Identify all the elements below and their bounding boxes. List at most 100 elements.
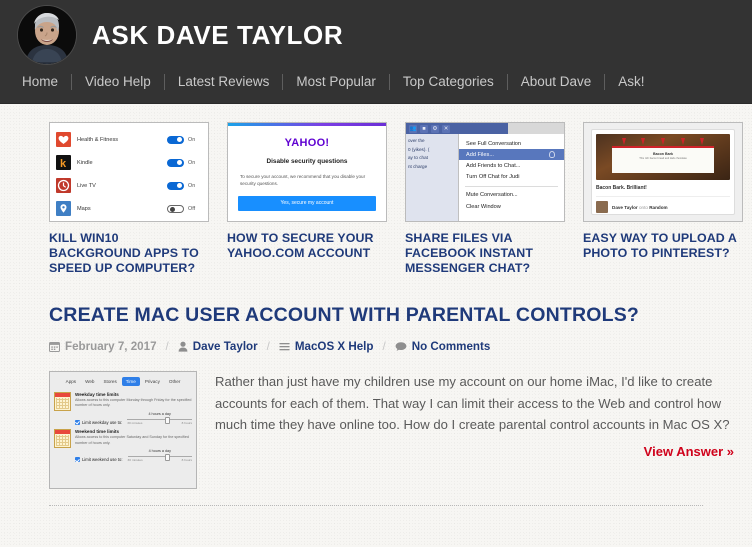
menu-item-add-files[interactable]: Add Files... xyxy=(459,149,564,161)
toggle-state: On xyxy=(188,136,196,143)
meta-separator: / xyxy=(165,340,169,354)
pin-user-avatar xyxy=(596,201,608,213)
weekday-slider[interactable]: 4 hours a day 30 minutes 8 hours xyxy=(127,412,192,425)
toggle-switch[interactable] xyxy=(167,181,184,190)
weekday-time-limits-section: Weekday time limits Allows access to thi… xyxy=(54,391,192,425)
meta-category-text: MacOS X Help xyxy=(294,340,374,354)
people-icon[interactable]: 👥 xyxy=(409,124,417,133)
tab-time[interactable]: Time xyxy=(121,377,140,386)
article-body-row: Apps Web Stores Time Privacy Other Weekd… xyxy=(49,371,752,490)
toggle-switch[interactable] xyxy=(167,135,184,144)
yahoo-logo: YAHOO! xyxy=(284,137,330,149)
limit-weekday-checkbox[interactable]: Limit weekday use to: xyxy=(75,419,123,425)
toggle-switch[interactable] xyxy=(167,158,184,167)
featured-cards-row: Health & Fitness On k Kindle On Live TV … xyxy=(0,104,752,276)
card-upload-photo-pinterest[interactable]: Bacon Bark This rich bacon bread and dar… xyxy=(583,122,743,276)
main-nav: Home Video Help Latest Reviews Most Popu… xyxy=(0,62,752,102)
toggle-state: On xyxy=(188,182,196,189)
menu-item-mute-conversation[interactable]: Mute Conversation... xyxy=(459,190,564,201)
card-kill-win10-background-apps[interactable]: Health & Fitness On k Kindle On Live TV … xyxy=(49,122,209,276)
calendar-weekend-icon xyxy=(54,428,71,448)
tab-privacy[interactable]: Privacy xyxy=(141,377,164,385)
win10-app-name: Live TV xyxy=(77,182,96,189)
meta-date: February 7, 2017 xyxy=(49,340,157,353)
nav-item-ask[interactable]: Ask! xyxy=(605,74,657,90)
weekend-slider[interactable]: 4 hours a day 30 minutes 8 hours xyxy=(127,449,192,462)
chat-line: ay to chat xyxy=(408,155,428,161)
card-thumbnail-win10[interactable]: Health & Fitness On k Kindle On Live TV … xyxy=(49,122,209,222)
card-thumbnail-facebook[interactable]: 👥 ■ ⚙ ✕ over the 0 (yikes). ( ay to chat… xyxy=(405,122,565,222)
card-thumbnail-pinterest[interactable]: Bacon Bark This rich bacon bread and dar… xyxy=(583,122,743,222)
card-title[interactable]: SHARE FILES VIA FACEBOOK INSTANT MESSENG… xyxy=(405,231,565,276)
kindle-icon: k xyxy=(56,155,71,170)
yahoo-dialog-heading: Disable security questions xyxy=(266,158,348,165)
maps-icon xyxy=(56,201,71,216)
slider-track[interactable] xyxy=(127,454,192,461)
win10-app-name: Kindle xyxy=(77,159,93,166)
nav-item-about-dave[interactable]: About Dave xyxy=(508,74,605,90)
win10-app-row: k Kindle On xyxy=(56,151,202,174)
nav-item-most-popular[interactable]: Most Popular xyxy=(283,74,389,90)
user-icon xyxy=(178,341,188,352)
close-icon[interactable]: ✕ xyxy=(442,124,450,133)
nav-item-latest-reviews[interactable]: Latest Reviews xyxy=(165,74,283,90)
slider-track[interactable] xyxy=(127,416,192,424)
gear-icon[interactable]: ⚙ xyxy=(431,124,439,133)
view-answer-link[interactable]: View Answer » xyxy=(215,444,734,459)
calendar-weekday-icon xyxy=(54,391,71,411)
slider-value: 4 hours a day xyxy=(148,411,171,416)
dave-taylor-avatar[interactable] xyxy=(18,6,76,64)
brand-row: ASK DAVE TAYLOR xyxy=(0,0,752,64)
footer-divider xyxy=(49,505,703,507)
limit-weekend-checkbox[interactable]: Limit weekend use to: xyxy=(75,457,123,462)
pin-user-row: Dave Taylor onto Random xyxy=(596,196,730,213)
meta-author[interactable]: Dave Taylor xyxy=(178,340,258,353)
nav-item-top-categories[interactable]: Top Categories xyxy=(390,74,507,90)
pin-onto-label: onto xyxy=(638,204,648,210)
nav-item-video-help[interactable]: Video Help xyxy=(72,74,164,90)
svg-text:k: k xyxy=(60,158,67,170)
article-thumbnail-parental-controls[interactable]: Apps Web Stores Time Privacy Other Weekd… xyxy=(49,371,197,490)
win10-app-row: Live TV On xyxy=(56,174,202,197)
meta-date-text: February 7, 2017 xyxy=(65,340,157,354)
yahoo-confirm-button[interactable]: Yes, secure my account xyxy=(238,196,376,212)
card-thumbnail-yahoo[interactable]: YAHOO! Disable security questions To sec… xyxy=(227,122,387,222)
toggle-switch[interactable] xyxy=(167,204,184,213)
window-icon[interactable]: ■ xyxy=(420,124,428,133)
pin-caption: Bacon Bark. Brilliant! xyxy=(596,185,647,191)
calendar-icon xyxy=(49,342,60,353)
facebook-secondary-pane xyxy=(508,123,564,134)
checkbox-label: Limit weekend use to: xyxy=(82,457,123,462)
win10-app-row: Maps Off xyxy=(56,197,202,220)
card-title[interactable]: EASY WAY TO UPLOAD A PHOTO TO PINTEREST? xyxy=(583,231,743,261)
meta-comments[interactable]: No Comments xyxy=(395,340,490,353)
tab-other[interactable]: Other xyxy=(165,377,185,385)
meta-category[interactable]: MacOS X Help xyxy=(279,340,374,354)
pin-label-text: This rich bacon bread and dark chocolate xyxy=(639,157,687,160)
win10-app-name: Maps xyxy=(77,205,91,212)
card-share-files-facebook[interactable]: 👥 ■ ⚙ ✕ over the 0 (yikes). ( ay to chat… xyxy=(405,122,565,276)
chat-line: 0 (yikes). ( xyxy=(408,146,430,152)
article-meta: February 7, 2017 / Dave Taylor / MacOS X… xyxy=(49,340,752,353)
section-description: Allows access to this computer Saturday … xyxy=(75,435,189,445)
tab-stores[interactable]: Stores xyxy=(99,377,120,385)
menu-item-see-full-conversation[interactable]: See Full Conversation xyxy=(459,138,564,149)
checkbox-box xyxy=(75,419,80,425)
tab-web[interactable]: Web xyxy=(81,377,98,385)
card-title[interactable]: HOW TO SECURE YOUR YAHOO.COM ACCOUNT xyxy=(227,231,387,261)
menu-item-clear-window[interactable]: Clear Window xyxy=(459,201,564,212)
card-title[interactable]: KILL WIN10 BACKGROUND APPS TO SPEED UP C… xyxy=(49,231,209,276)
menu-item-turn-off-chat[interactable]: Turn Off Chat for Judi xyxy=(459,172,564,183)
card-secure-yahoo-account[interactable]: YAHOO! Disable security questions To sec… xyxy=(227,122,387,276)
tab-apps[interactable]: Apps xyxy=(62,377,80,385)
chat-line: over the xyxy=(408,138,425,143)
article-title[interactable]: CREATE MAC USER ACCOUNT WITH PARENTAL CO… xyxy=(49,304,752,327)
checkbox-label: Limit weekday use to: xyxy=(82,419,123,425)
slider-max-label: 8 hours xyxy=(181,458,192,462)
pin-image-label: Bacon Bark This rich bacon bread and dar… xyxy=(612,146,714,173)
meta-separator: / xyxy=(266,340,270,354)
nav-item-home[interactable]: Home xyxy=(22,74,71,90)
pinterest-pin-card: Bacon Bark This rich bacon bread and dar… xyxy=(591,129,735,215)
menu-item-add-friends-to-chat[interactable]: Add Friends to Chat... xyxy=(459,160,564,171)
pin-board-label: Random xyxy=(649,204,668,210)
